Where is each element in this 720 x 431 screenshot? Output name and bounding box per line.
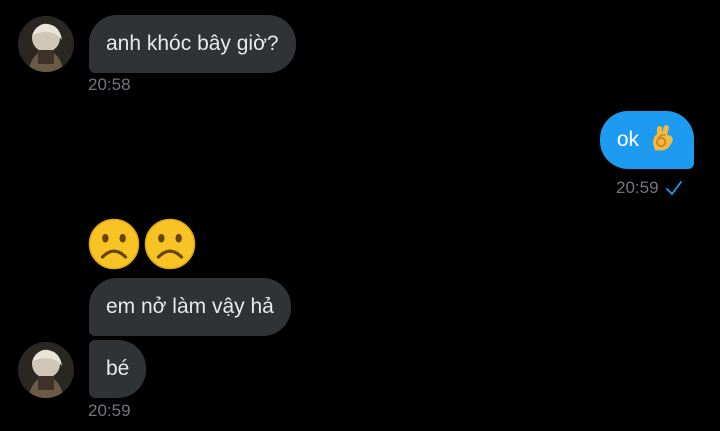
emoji-message[interactable] bbox=[88, 218, 196, 272]
message-timestamp: 20:59 bbox=[616, 178, 683, 198]
message-text: ok bbox=[616, 128, 639, 151]
avatar-image bbox=[18, 16, 74, 72]
message-timestamp: 20:58 bbox=[88, 75, 131, 94]
message-bubble[interactable]: bé bbox=[89, 340, 147, 398]
ok-hand-icon bbox=[647, 122, 677, 152]
message-timestamp: 20:59 bbox=[88, 401, 131, 420]
sent-check-icon bbox=[665, 179, 683, 197]
avatar[interactable] bbox=[18, 342, 74, 398]
message-text: bé bbox=[106, 357, 130, 380]
message-text: em nở làm vậy hả bbox=[106, 295, 274, 318]
message-bubble[interactable]: em nở làm vậy hả bbox=[89, 278, 291, 336]
avatar-image bbox=[18, 342, 74, 398]
timestamp-text: 20:59 bbox=[616, 178, 659, 197]
message-bubble-outgoing[interactable]: ok bbox=[599, 111, 694, 169]
frowning-face-icon bbox=[88, 218, 140, 272]
message-bubble[interactable]: anh khóc bây giờ? bbox=[89, 15, 296, 73]
message-text: anh khóc bây giờ? bbox=[106, 32, 279, 55]
frowning-face-icon bbox=[144, 218, 196, 272]
avatar[interactable] bbox=[18, 16, 74, 72]
